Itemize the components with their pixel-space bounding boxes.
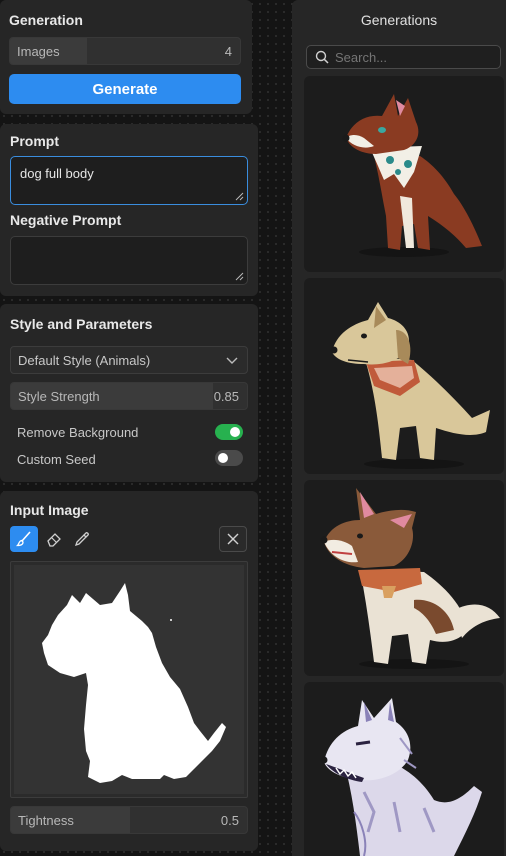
negative-prompt-title: Negative Prompt	[10, 212, 122, 228]
close-icon	[227, 533, 239, 545]
eraser-icon	[47, 533, 61, 547]
toggle-knob	[218, 453, 228, 463]
prompt-title: Prompt	[10, 133, 59, 149]
toggle-knob	[230, 427, 240, 437]
brush-icon	[15, 531, 31, 547]
search-field[interactable]	[306, 45, 501, 69]
style-strength-label: Style Strength	[18, 389, 100, 404]
generation-item[interactable]	[304, 278, 504, 474]
style-dropdown-value: Default Style (Animals)	[18, 353, 151, 368]
dog-mask-silhouette	[42, 583, 226, 783]
generations-title: Generations	[360, 12, 438, 28]
search-input[interactable]	[335, 48, 495, 66]
tightness-label: Tightness	[18, 813, 74, 828]
brown-dog-bandana-image	[342, 94, 482, 257]
mask-canvas[interactable]	[10, 561, 248, 798]
eraser-tool-button[interactable]	[40, 526, 68, 552]
style-panel: Style and Parameters Default Style (Anim…	[0, 304, 258, 482]
custom-seed-toggle[interactable]	[215, 450, 243, 466]
input-image-title: Input Image	[10, 502, 89, 518]
generation-item[interactable]	[304, 480, 504, 676]
white-wolf-image	[320, 698, 482, 856]
tightness-value: 0.5	[220, 813, 239, 828]
images-count-value: 4	[224, 44, 232, 59]
negative-prompt-input[interactable]	[10, 236, 248, 285]
style-strength-value: 0.85	[213, 389, 239, 404]
eyedropper-tool-button[interactable]	[68, 526, 96, 552]
generation-title: Generation	[9, 12, 83, 28]
prompt-input[interactable]: dog full body	[10, 156, 248, 205]
mask-canvas-area	[14, 565, 244, 794]
resize-grip-icon[interactable]	[235, 192, 244, 201]
brush-tool-button[interactable]	[10, 526, 38, 552]
generation-item[interactable]	[304, 76, 504, 272]
chevron-down-icon	[226, 357, 238, 364]
tightness-slider[interactable]: Tightness 0.5	[10, 806, 248, 834]
tan-dog-harness-image	[330, 302, 490, 469]
remove-background-label: Remove Background	[17, 425, 139, 440]
resize-grip-icon[interactable]	[235, 272, 244, 281]
style-strength-slider[interactable]: Style Strength 0.85	[10, 382, 248, 410]
custom-seed-label: Custom Seed	[17, 452, 96, 467]
search-icon	[315, 50, 329, 64]
generation-item[interactable]	[304, 682, 504, 856]
clear-mask-button[interactable]	[219, 526, 247, 552]
remove-background-toggle[interactable]	[215, 424, 243, 440]
generate-button[interactable]: Generate	[9, 74, 241, 104]
images-label: Images	[17, 44, 60, 59]
generation-panel: Generation Images 4 Generate	[0, 0, 252, 114]
prompt-text: dog full body	[20, 166, 94, 181]
style-dropdown[interactable]: Default Style (Animals)	[10, 346, 248, 374]
husky-collar-image	[320, 488, 500, 669]
images-count-slider[interactable]: Images 4	[9, 37, 241, 65]
input-image-panel: Input Image Tightness 0.5	[0, 491, 258, 851]
eyedropper-icon	[74, 532, 89, 547]
style-title: Style and Parameters	[10, 316, 153, 332]
prompt-panel: Prompt dog full body Negative Prompt	[0, 124, 258, 296]
